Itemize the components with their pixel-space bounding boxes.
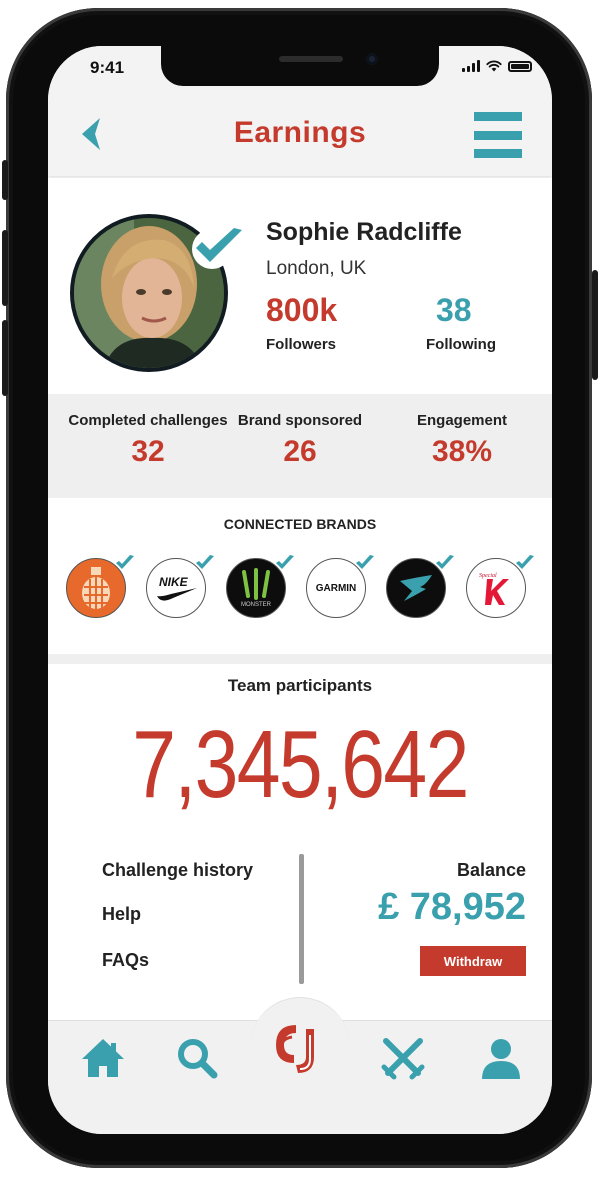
signal-icon xyxy=(462,60,480,72)
brand-check-icon xyxy=(356,555,374,569)
stat-value: 32 xyxy=(131,435,165,468)
brand-check-icon xyxy=(276,555,294,569)
screen: 9:41 Earnings Sophie Radcliffe London, U… xyxy=(48,46,552,1134)
challenge-history-link[interactable]: Challenge history xyxy=(102,860,253,881)
gymshark-logo xyxy=(400,575,432,601)
stats-band: Completed challenges 32 Brand sponsored … xyxy=(48,394,552,498)
following-label: Following xyxy=(426,336,496,353)
connected-brands: CONNECTED BRANDS NIKE MONSTER GARMIN Spe… xyxy=(48,498,552,654)
nike-logo: NIKE xyxy=(157,575,197,601)
stat-label: Engagement xyxy=(416,412,507,429)
phone-side-button xyxy=(2,160,8,200)
team-participants-label: Team participants xyxy=(227,676,373,695)
profile-icon[interactable] xyxy=(476,1035,526,1081)
monster-energy-logo: MONSTER xyxy=(241,568,272,608)
help-link[interactable]: Help xyxy=(102,904,141,925)
search-icon[interactable] xyxy=(172,1035,222,1081)
withdraw-button[interactable]: Withdraw xyxy=(420,946,526,976)
faqs-link[interactable]: FAQs xyxy=(102,950,149,971)
stat-brand-sponsored: Brand sponsored 26 xyxy=(216,412,384,469)
phone-volume-down xyxy=(2,320,8,396)
brand-check-icon xyxy=(516,555,534,569)
svg-text:Special: Special xyxy=(479,573,497,579)
following-count[interactable]: 38 xyxy=(436,292,472,329)
app-logo-icon[interactable] xyxy=(266,1015,334,1083)
tab-bar xyxy=(48,997,552,1134)
brand-check-icon xyxy=(196,555,214,569)
verified-check-icon xyxy=(192,228,242,269)
brand-check-icon xyxy=(436,555,454,569)
speaker xyxy=(279,56,343,62)
profile-name: Sophie Radcliffe xyxy=(266,218,462,246)
camera xyxy=(366,53,378,65)
balance-amount: £ 78,952 xyxy=(378,886,526,928)
header: Earnings xyxy=(48,88,552,176)
phone-volume-up xyxy=(2,230,8,306)
profile-location: London, UK xyxy=(266,258,367,279)
balance-label: Balance xyxy=(456,860,526,880)
home-icon[interactable] xyxy=(78,1035,128,1081)
profile-section: Sophie Radcliffe London, UK 800k Followe… xyxy=(48,178,552,392)
followers-label: Followers xyxy=(266,336,337,353)
special-k-logo: Special xyxy=(479,573,509,605)
swords-icon[interactable] xyxy=(378,1035,428,1081)
wifi-icon xyxy=(486,60,502,72)
stat-label: Completed challenges xyxy=(68,412,228,429)
status-icons xyxy=(462,60,532,72)
hamburger-menu-icon[interactable] xyxy=(474,112,522,158)
stat-value: 38% xyxy=(431,435,493,468)
brand-check-icon xyxy=(116,555,134,569)
status-time: 9:41 xyxy=(90,58,125,77)
grenade-icon xyxy=(82,567,110,611)
notch xyxy=(161,46,439,86)
garmin-logo: GARMIN xyxy=(315,582,357,594)
phone-power-button xyxy=(592,270,598,380)
stat-label: Brand sponsored xyxy=(237,412,363,429)
followers-count[interactable]: 800k xyxy=(266,292,337,329)
brands-title: CONNECTED BRANDS xyxy=(223,516,377,532)
stat-completed-challenges: Completed challenges 32 xyxy=(64,412,232,469)
vertical-divider xyxy=(299,854,304,984)
stat-value: 26 xyxy=(283,435,317,468)
battery-icon xyxy=(508,61,532,72)
section-divider xyxy=(48,654,552,664)
svg-text:MONSTER: MONSTER xyxy=(241,602,272,608)
stat-engagement: Engagement 38% xyxy=(378,412,546,469)
team-participants-count: 7,345,642 xyxy=(132,711,469,818)
svg-text:NIKE: NIKE xyxy=(159,575,189,589)
